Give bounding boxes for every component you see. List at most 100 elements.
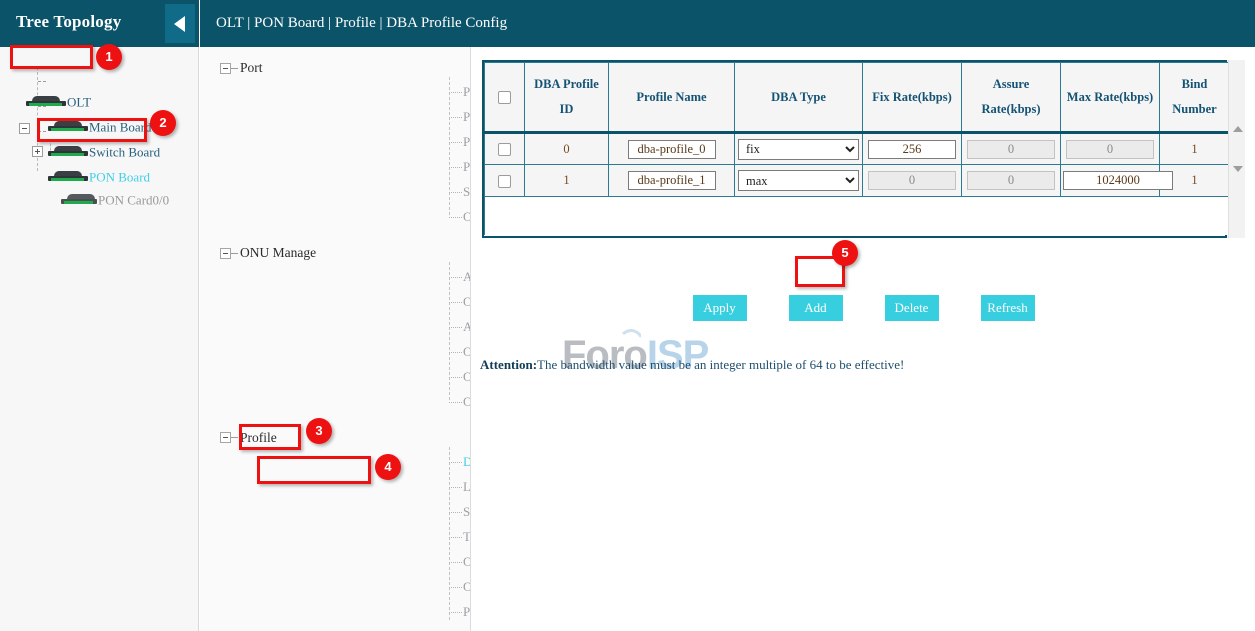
menu-connector: [449, 562, 462, 563]
menu-item-label: Authentication Control: [463, 269, 471, 284]
main-content: DBA Profile ID Profile Name DBA Type Fix…: [472, 47, 1255, 631]
tree-item-label: PON Card0/0: [98, 192, 169, 207]
menu-item-port-config[interactable]: Port Config: [463, 109, 471, 129]
menu-item-label: Traffic Profile Config: [463, 529, 471, 544]
menu-item-authentication-control[interactable]: Authentication Control: [463, 269, 471, 289]
menu-connector: [449, 117, 462, 118]
menu-item-traffic-profile-config[interactable]: Traffic Profile Config: [463, 529, 471, 549]
tree-toggle-pon-board[interactable]: [19, 123, 30, 134]
attention-label: Attention:: [480, 357, 537, 372]
column-assure-rate: Assure Rate(kbps): [962, 63, 1061, 133]
menu-group-label: Port: [240, 60, 263, 75]
menu-toggle-profile[interactable]: [220, 432, 231, 443]
sidebar-title: Tree Topology: [16, 12, 121, 32]
tree-topology-sidebar: Tree Topology OLT Main Board: [0, 0, 199, 631]
menu-item-auto-find-list[interactable]: Auto Find List: [463, 319, 471, 339]
breadcrumb: OLT | PON Board | Profile | DBA Profile …: [216, 15, 507, 32]
olt-management-page: Tree Topology OLT Main Board: [0, 0, 1255, 631]
cell-max-rate: [1061, 133, 1160, 165]
menu-item-pon-protect-config[interactable]: Pon Protect Config: [463, 604, 471, 624]
cell-fix-rate: [863, 165, 962, 197]
row-select-cell: [485, 133, 525, 165]
menu-item-onu-igmp-profile[interactable]: ONU IGMP Profile: [463, 554, 471, 574]
row-checkbox[interactable]: [498, 143, 511, 156]
menu-item-onu-info-list[interactable]: ONU Info List: [463, 369, 471, 389]
menu-item-port-info[interactable]: Port Info: [463, 84, 471, 104]
fix-rate-input[interactable]: [868, 140, 956, 159]
menu-item-label: Port Extend Config: [463, 134, 471, 149]
table-vertical-scrollbar[interactable]: [1228, 60, 1245, 238]
menu-item-dba-profile-config[interactable]: DBA Profile Config: [463, 454, 471, 474]
row-select-cell: [485, 165, 525, 197]
dba-type-select[interactable]: max: [738, 170, 859, 191]
menu-item-label: Line Profile Config: [463, 479, 471, 494]
cell-dba-type: fix: [735, 133, 863, 165]
cell-assure-rate: [962, 165, 1061, 197]
cell-profile-name: [609, 133, 735, 165]
select-all-checkbox[interactable]: [498, 91, 511, 104]
menu-connector: [449, 277, 462, 278]
menu-toggle-onu-manage[interactable]: [220, 248, 231, 259]
menu-group-onu-manage[interactable]: ONU Manage: [240, 245, 316, 265]
annotation-highlight-dba-profile-config: [257, 456, 371, 484]
menu-item-port-rate-limit[interactable]: Port Rate Limit: [463, 159, 471, 179]
feature-menu-panel: Port Port Info Port Config Port Extend C…: [200, 47, 471, 631]
menu-toggle-port[interactable]: [220, 63, 231, 74]
menu-item-onu-optical-parameter[interactable]: ONU Optical Parameter: [463, 394, 471, 414]
cell-dba-profile-id: 0: [525, 133, 609, 165]
menu-connector: [449, 327, 462, 328]
cell-profile-name: [609, 165, 735, 197]
menu-connector: [449, 77, 450, 215]
device-icon: [48, 146, 88, 159]
tree-connector: [38, 81, 46, 82]
annotation-marker-1: 1: [96, 44, 122, 70]
menu-item-label: DBA Profile Config: [463, 454, 471, 469]
caret-up-icon[interactable]: [1233, 126, 1243, 132]
apply-button[interactable]: Apply: [693, 295, 747, 321]
menu-item-storm-control[interactable]: Storm Control: [463, 184, 471, 204]
menu-connector: [449, 192, 462, 193]
column-fix-rate: Fix Rate(kbps): [863, 63, 962, 133]
menu-connector: [449, 537, 462, 538]
tree-item-switch-board[interactable]: Switch Board: [48, 143, 160, 165]
menu-item-optical-parameter[interactable]: Optical Parameter: [463, 209, 471, 229]
menu-connector: [449, 262, 450, 400]
annotation-highlight-pon-board: [37, 118, 147, 142]
tree-item-pon-board[interactable]: PON Board: [48, 168, 150, 190]
attention-text: The bandwidth value must be an integer m…: [537, 357, 904, 372]
menu-connector: [449, 302, 462, 303]
caret-down-icon[interactable]: [1233, 166, 1243, 172]
profile-name-input[interactable]: [628, 140, 716, 159]
add-button[interactable]: Add: [789, 295, 843, 321]
delete-button[interactable]: Delete: [885, 295, 939, 321]
menu-connector: [449, 462, 462, 463]
menu-item-onu-multicast-acl[interactable]: ONU Multicast ACL: [463, 579, 471, 599]
dba-type-select[interactable]: fix: [738, 139, 859, 160]
menu-item-label: ONU Info List: [463, 369, 471, 384]
assure-rate-input: [967, 171, 1055, 190]
row-checkbox[interactable]: [498, 175, 511, 188]
annotation-marker-5: 5: [832, 240, 858, 266]
tree-item-pon-card[interactable]: PON Card0/0: [61, 191, 169, 213]
table-row: 1 max: [485, 165, 1230, 197]
column-profile-name: Profile Name: [609, 63, 735, 133]
menu-item-onu-authentication-config[interactable]: ONU Authentication Config: [463, 294, 471, 314]
menu-item-label: Port Rate Limit: [463, 159, 471, 174]
device-icon: [48, 171, 88, 184]
menu-connector: [231, 68, 238, 69]
menu-connector: [449, 447, 450, 620]
menu-group-port[interactable]: Port: [240, 60, 263, 80]
tree-toggle-pon-card[interactable]: [32, 146, 43, 157]
menu-item-onu-policy-auth[interactable]: ONU Policy Auth: [463, 344, 471, 364]
profile-name-input[interactable]: [628, 171, 716, 190]
max-rate-input[interactable]: [1063, 171, 1173, 190]
menu-item-label: Storm Control: [463, 184, 471, 199]
menu-item-service-profile-config[interactable]: Service Profile Config: [463, 504, 471, 524]
menu-item-line-profile-config[interactable]: Line Profile Config: [463, 479, 471, 499]
refresh-button[interactable]: Refresh: [981, 295, 1035, 321]
sidebar-collapse-button[interactable]: [165, 4, 195, 43]
assure-rate-line2: Rate(kbps): [981, 102, 1040, 116]
tree-item-olt[interactable]: OLT: [26, 93, 91, 115]
menu-item-port-extend-config[interactable]: Port Extend Config: [463, 134, 471, 154]
device-icon: [61, 194, 97, 207]
